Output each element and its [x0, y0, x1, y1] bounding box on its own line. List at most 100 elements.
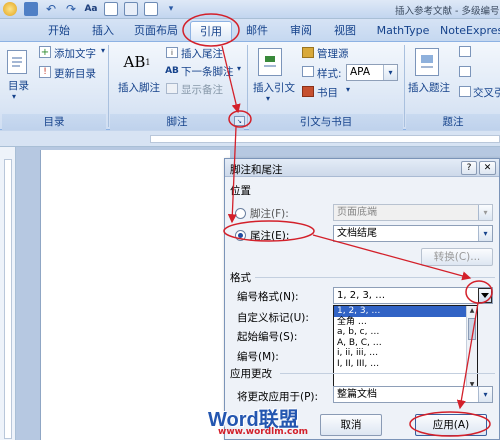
ribbon-tabs: 开始 插入 页面布局 引用 邮件 审阅 视图 MathType NoteExpr… [0, 19, 500, 41]
insert-endnote-button[interactable]: 插入尾注 [181, 46, 223, 61]
insert-table-of-figures-icon[interactable] [459, 46, 471, 57]
manage-sources-button[interactable]: 管理源 [317, 46, 349, 61]
numbering-label: 编号(M): [237, 351, 279, 363]
toc-group-label: 目录 [2, 114, 106, 130]
convert-button[interactable]: 转换(C)... [421, 248, 493, 266]
toc-button[interactable]: 目录 [8, 78, 29, 93]
undo-icon[interactable]: ↶ [44, 2, 58, 16]
manage-sources-icon [302, 47, 314, 58]
apply-to-label: 将更改应用于(P): [237, 391, 319, 403]
number-format-option[interactable]: 全角 … [334, 317, 477, 328]
endnote-position-select[interactable]: 文档结尾 ▾ [333, 225, 493, 242]
tab-view[interactable]: 视图 [326, 21, 364, 41]
footnote-endnote-dialog: 脚注和尾注 ? ✕ 位置 脚注(F): 页面底端 ▾ 尾注(E): 文档结尾 ▾… [224, 158, 500, 440]
tab-noteexpress[interactable]: NoteExpress [440, 21, 500, 41]
chevron-down-icon[interactable]: ▾ [12, 92, 16, 101]
chevron-down-icon[interactable]: ▾ [164, 2, 178, 16]
office-button[interactable] [3, 2, 17, 16]
tab-references[interactable]: 引用 [190, 21, 232, 41]
footnote-label: 脚注(F): [250, 208, 289, 220]
captions-group-label: 题注 [406, 114, 500, 130]
bibliography-button[interactable]: 书目 [317, 85, 338, 100]
footnote-ab-icon: AB 1 [123, 53, 151, 71]
number-format-select[interactable]: 1, 2, 3, … [333, 287, 493, 304]
number-format-option[interactable]: I, II, III, … [334, 359, 477, 370]
update-toc-button[interactable]: 更新目录 [54, 66, 96, 81]
footnotes-group-label: 脚注 [110, 114, 244, 130]
cancel-button[interactable]: 取消 [320, 414, 382, 436]
number-format-option[interactable]: A, B, C, … [334, 338, 477, 349]
close-icon[interactable]: ✕ [479, 161, 496, 175]
show-notes-button[interactable]: 显示备注 [181, 82, 223, 97]
update-table-icon[interactable] [459, 66, 471, 77]
number-format-dropdown-list[interactable]: 1, 2, 3, … 全角 … a, b, c, … A, B, C, … i,… [333, 305, 478, 391]
location-section-title: 位置 [230, 185, 251, 197]
dialog-title: 脚注和尾注 [230, 164, 283, 176]
horizontal-ruler[interactable] [0, 131, 500, 147]
number-format-option[interactable]: i, ii, iii, … [334, 348, 477, 359]
insert-footnote-button[interactable]: 插入脚注 [118, 80, 160, 95]
chevron-down-icon[interactable]: ▾ [346, 85, 350, 94]
add-text-button[interactable]: 添加文字 [54, 46, 96, 61]
update-toc-icon: ! [39, 66, 51, 78]
font-icon[interactable]: Aa [84, 2, 98, 16]
dropdown-scrollbar[interactable]: ▲ ▼ [466, 306, 477, 390]
vertical-ruler[interactable] [0, 147, 16, 440]
citations-group-label: 引文与书目 [249, 114, 403, 130]
section-divider [280, 373, 495, 374]
style-icon [302, 66, 314, 77]
show-notes-icon [166, 83, 178, 94]
page-icon[interactable] [104, 2, 118, 16]
style-label: 样式: [317, 68, 342, 80]
footnote-position-value: 页面底端 [337, 207, 377, 218]
chevron-down-icon[interactable] [478, 288, 492, 303]
cross-reference-icon [459, 86, 471, 97]
apply-section-title: 应用更改 [230, 368, 272, 380]
save-icon[interactable] [24, 2, 38, 16]
tab-review[interactable]: 审阅 [282, 21, 320, 41]
document-page[interactable] [40, 150, 230, 440]
apply-to-value: 整篇文档 [337, 389, 377, 400]
apply-button[interactable]: 应用(A) [415, 414, 487, 436]
number-format-option[interactable]: 1, 2, 3, … [334, 306, 477, 317]
custom-mark-label: 自定义标记(U): [237, 312, 309, 324]
chevron-down-icon[interactable]: ▾ [101, 46, 105, 55]
tab-mathtype[interactable]: MathType [370, 21, 436, 41]
footnote-dialog-launcher-icon[interactable]: ↘ [234, 116, 245, 126]
style-select[interactable]: APA ▾ [346, 64, 398, 81]
endnote-radio[interactable] [235, 230, 246, 241]
tab-home[interactable]: 开始 [40, 21, 78, 41]
scroll-thumb[interactable] [468, 318, 476, 340]
chevron-down-icon[interactable]: ▾ [478, 387, 492, 402]
insert-caption-icon [415, 48, 439, 76]
chevron-down-icon[interactable]: ▾ [266, 94, 270, 103]
chevron-down-icon[interactable]: ▾ [237, 64, 241, 73]
watermark-logo: Word联盟 www.wordlm.com [206, 403, 324, 439]
tab-insert[interactable]: 插入 [84, 21, 122, 41]
group-divider [108, 45, 109, 127]
title-bar: ↶ ↷ Aa ▾ 插入参考文献 - 多级编号 [0, 0, 500, 19]
insert-citation-icon [258, 48, 282, 76]
watermark-url: www.wordlm.com [218, 427, 308, 437]
help-icon[interactable]: ? [461, 161, 477, 175]
document-icon[interactable] [144, 2, 158, 16]
table-icon[interactable] [124, 2, 138, 16]
bibliography-icon [302, 86, 314, 97]
chevron-down-icon[interactable]: ▾ [478, 226, 492, 241]
footnote-position-select[interactable]: 页面底端 ▾ [333, 204, 493, 221]
insert-citation-button[interactable]: 插入引文 [253, 80, 295, 95]
insert-caption-button[interactable]: 插入题注 [408, 80, 450, 95]
redo-icon[interactable]: ↷ [64, 2, 78, 16]
tab-mailings[interactable]: 邮件 [238, 21, 276, 41]
tab-page-layout[interactable]: 页面布局 [128, 21, 184, 41]
chevron-down-icon[interactable]: ▾ [478, 205, 492, 220]
toc-icon [7, 50, 27, 74]
footnote-radio[interactable] [235, 208, 246, 219]
scroll-up-icon[interactable]: ▲ [468, 307, 476, 315]
chevron-down-icon[interactable]: ▾ [383, 65, 397, 80]
next-footnote-button[interactable]: 下一条脚注 [181, 64, 234, 79]
apply-to-select[interactable]: 整篇文档 ▾ [333, 386, 493, 403]
number-format-label: 编号格式(N): [237, 291, 299, 303]
cross-reference-button[interactable]: 交叉引 [473, 85, 500, 100]
number-format-option[interactable]: a, b, c, … [334, 327, 477, 338]
